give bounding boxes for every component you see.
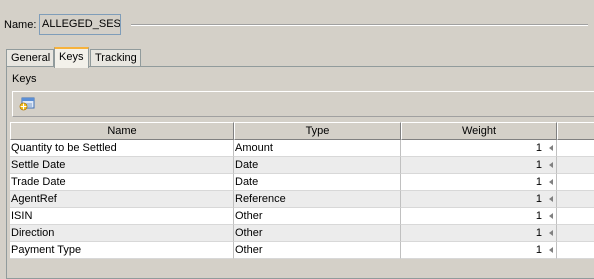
weight-stepper[interactable]: 1 <box>401 157 557 174</box>
name-field[interactable]: ALLEGED_SESE <box>39 14 121 35</box>
cell-weight: 1 <box>535 227 542 239</box>
separator-line <box>131 24 588 26</box>
spinner-arrow-icon[interactable] <box>549 145 553 151</box>
weight-stepper[interactable]: 1 <box>401 174 557 191</box>
weight-stepper[interactable]: 1 <box>401 208 557 225</box>
weight-stepper[interactable]: 1 <box>401 225 557 242</box>
name-label: Name: <box>4 19 37 31</box>
column-header-type[interactable]: Type <box>234 122 401 140</box>
cell-weight: 1 <box>535 159 542 171</box>
table-row[interactable]: AgentRef Reference 1 <box>10 191 594 208</box>
cell-name: Quantity to be Settled <box>10 140 234 157</box>
cell-type: Amount <box>234 140 401 157</box>
spinner-arrow-icon[interactable] <box>549 213 553 219</box>
cell-weight: 1 <box>535 193 542 205</box>
cell-type: Date <box>234 157 401 174</box>
tab-tracking[interactable]: Tracking <box>90 49 141 67</box>
table-row[interactable]: Settle Date Date 1 <box>10 157 594 174</box>
cell-weight: 1 <box>535 142 542 154</box>
cell-type: Other <box>234 208 401 225</box>
table-row[interactable]: Payment Type Other 1 <box>10 242 594 259</box>
weight-stepper[interactable]: 1 <box>401 140 557 157</box>
cell-filler <box>557 208 594 225</box>
tab-general[interactable]: General <box>6 49 54 67</box>
cell-weight: 1 <box>535 176 542 188</box>
spinner-arrow-icon[interactable] <box>549 230 553 236</box>
cell-weight: 1 <box>535 244 542 256</box>
add-key-button[interactable] <box>18 96 36 113</box>
cell-filler <box>557 157 594 174</box>
table-header: Name Type Weight <box>10 122 594 140</box>
cell-filler <box>557 225 594 242</box>
cell-name: Direction <box>10 225 234 242</box>
cell-name: Trade Date <box>10 174 234 191</box>
weight-stepper[interactable]: 1 <box>401 242 557 259</box>
add-key-icon <box>19 96 35 114</box>
cell-filler <box>557 174 594 191</box>
table-row[interactable]: Direction Other 1 <box>10 225 594 242</box>
cell-weight: 1 <box>535 210 542 222</box>
table-row[interactable]: Quantity to be Settled Amount 1 <box>10 140 594 157</box>
column-header-weight[interactable]: Weight <box>401 122 557 140</box>
cell-name: Payment Type <box>10 242 234 259</box>
keys-toolbar <box>12 91 594 117</box>
spinner-arrow-icon[interactable] <box>549 196 553 202</box>
cell-type: Date <box>234 174 401 191</box>
name-row: Name: ALLEGED_SESE <box>0 14 594 36</box>
cell-filler <box>557 242 594 259</box>
table-row[interactable]: Trade Date Date 1 <box>10 174 594 191</box>
cell-type: Other <box>234 242 401 259</box>
cell-name: ISIN <box>10 208 234 225</box>
spinner-arrow-icon[interactable] <box>549 162 553 168</box>
column-header-filler <box>557 122 594 140</box>
cell-name: AgentRef <box>10 191 234 208</box>
cell-filler <box>557 140 594 157</box>
panel-title: Keys <box>12 73 37 85</box>
cell-name: Settle Date <box>10 157 234 174</box>
keys-table: Name Type Weight Quantity to be Settled … <box>10 122 594 259</box>
cell-type: Other <box>234 225 401 242</box>
cell-type: Reference <box>234 191 401 208</box>
table-row[interactable]: ISIN Other 1 <box>10 208 594 225</box>
tab-keys[interactable]: Keys <box>54 47 89 68</box>
spinner-arrow-icon[interactable] <box>549 247 553 253</box>
cell-filler <box>557 191 594 208</box>
column-header-name[interactable]: Name <box>10 122 234 140</box>
weight-stepper[interactable]: 1 <box>401 191 557 208</box>
spinner-arrow-icon[interactable] <box>549 179 553 185</box>
